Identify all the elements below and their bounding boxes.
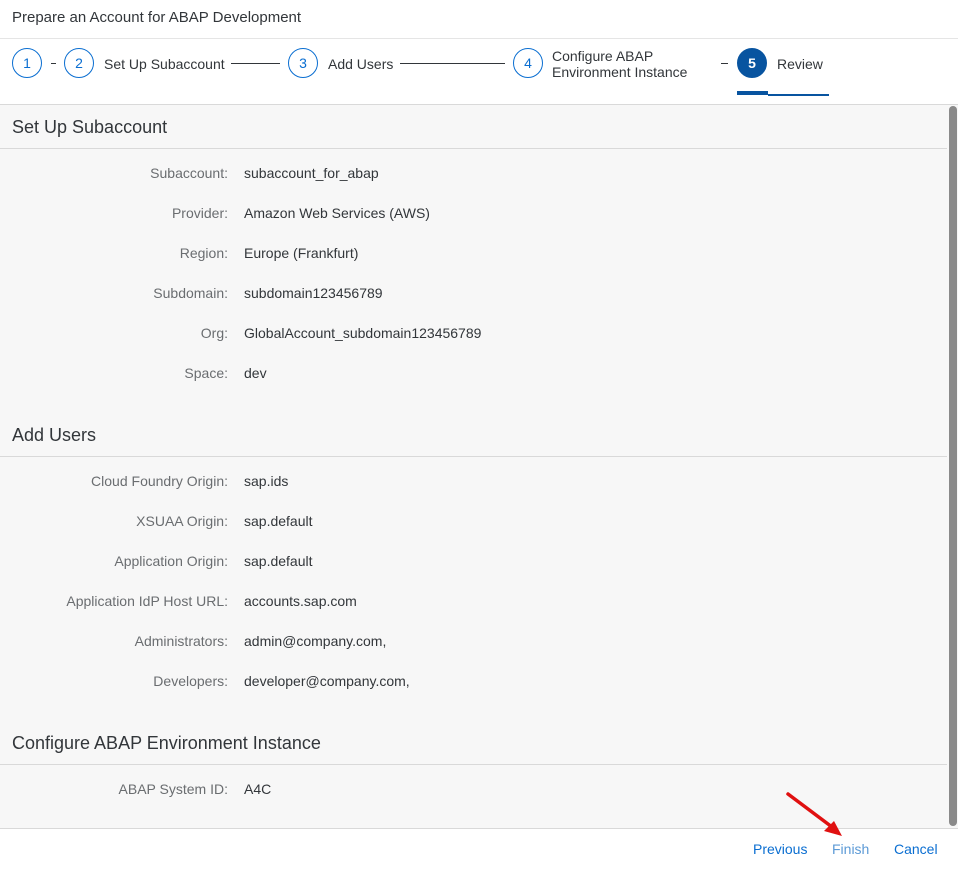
app-origin-label: Application Origin: <box>114 553 228 569</box>
dialog-title: Prepare an Account for ABAP Development <box>12 9 302 26</box>
vertical-scrollbar-thumb[interactable] <box>949 106 957 826</box>
step-connector <box>721 63 728 64</box>
wizard-step-3-label[interactable]: Add Users <box>328 56 393 72</box>
wizard-step-4[interactable]: 4 <box>513 48 543 78</box>
section-divider <box>0 148 947 149</box>
wizard-step-2-label[interactable]: Set Up Subaccount <box>104 56 225 72</box>
section-title-abap: Configure ABAP Environment Instance <box>12 733 321 753</box>
step-connector <box>231 63 280 64</box>
region-label: Region: <box>179 245 228 261</box>
wizard-step-2[interactable]: 2 <box>64 48 94 78</box>
step-connector <box>400 63 505 64</box>
subdomain-value: subdomain123456789 <box>244 285 383 301</box>
abap-system-id-label: ABAP System ID: <box>118 781 228 797</box>
abap-system-id-value: A4C <box>244 781 272 797</box>
subdomain-label: Subdomain: <box>153 285 228 301</box>
developers-value: developer@company.com, <box>244 673 410 689</box>
wizard-step-1[interactable]: 1 <box>12 48 42 78</box>
dialog-header: Prepare an Account for ABAP Development <box>0 0 958 39</box>
review-content: Set Up Subaccount Subaccount: subaccount… <box>0 105 947 828</box>
administrators-label: Administrators: <box>134 633 228 649</box>
red-arrow-annotation-icon <box>786 792 842 836</box>
administrators-value: admin@company.com, <box>244 633 387 649</box>
wizard-step-3[interactable]: 3 <box>288 48 318 78</box>
previous-button[interactable]: Previous <box>753 841 807 857</box>
wizard-step-5-label[interactable]: Review <box>777 56 823 72</box>
developers-label: Developers: <box>153 673 228 689</box>
app-origin-value: sap.default <box>244 553 313 569</box>
cancel-button[interactable]: Cancel <box>894 841 938 857</box>
org-label: Org: <box>200 325 228 341</box>
step-connector <box>51 63 56 64</box>
section-title-subaccount: Set Up Subaccount <box>12 117 168 137</box>
section-divider <box>0 764 947 765</box>
xsuaa-origin-value: sap.default <box>244 513 313 529</box>
wizard-progress-navigator: 1 2 Set Up Subaccount 3 Add Users 4 Conf… <box>0 39 958 105</box>
wizard-step-4-label-line2: Environment Instance <box>552 64 688 80</box>
idp-host-value: accounts.sap.com <box>244 593 357 609</box>
provider-label: Provider: <box>171 205 228 221</box>
region-value: Europe (Frankfurt) <box>244 245 359 261</box>
cf-origin-label: Cloud Foundry Origin: <box>91 473 228 489</box>
wizard-step-4-label[interactable]: Configure ABAP Environment Instance <box>552 48 687 80</box>
wizard-step-5[interactable]: 5 <box>737 48 767 78</box>
finish-button[interactable]: Finish <box>832 841 869 857</box>
org-value: GlobalAccount_subdomain123456789 <box>244 325 482 341</box>
provider-value: Amazon Web Services (AWS) <box>244 205 430 221</box>
xsuaa-origin-label: XSUAA Origin: <box>136 513 228 529</box>
section-divider <box>0 456 947 457</box>
cf-origin-value: sap.ids <box>244 473 289 489</box>
idp-host-label: Application IdP Host URL: <box>66 593 228 609</box>
section-title-users: Add Users <box>12 425 97 445</box>
subaccount-label: Subaccount: <box>150 165 228 181</box>
wizard-step-4-label-line1: Configure ABAP <box>552 48 654 64</box>
space-label: Space: <box>184 365 228 381</box>
subaccount-value: subaccount_for_abap <box>244 165 379 181</box>
space-value: dev <box>244 365 267 381</box>
active-step-indicator-line <box>768 94 829 96</box>
active-step-indicator <box>737 91 768 95</box>
